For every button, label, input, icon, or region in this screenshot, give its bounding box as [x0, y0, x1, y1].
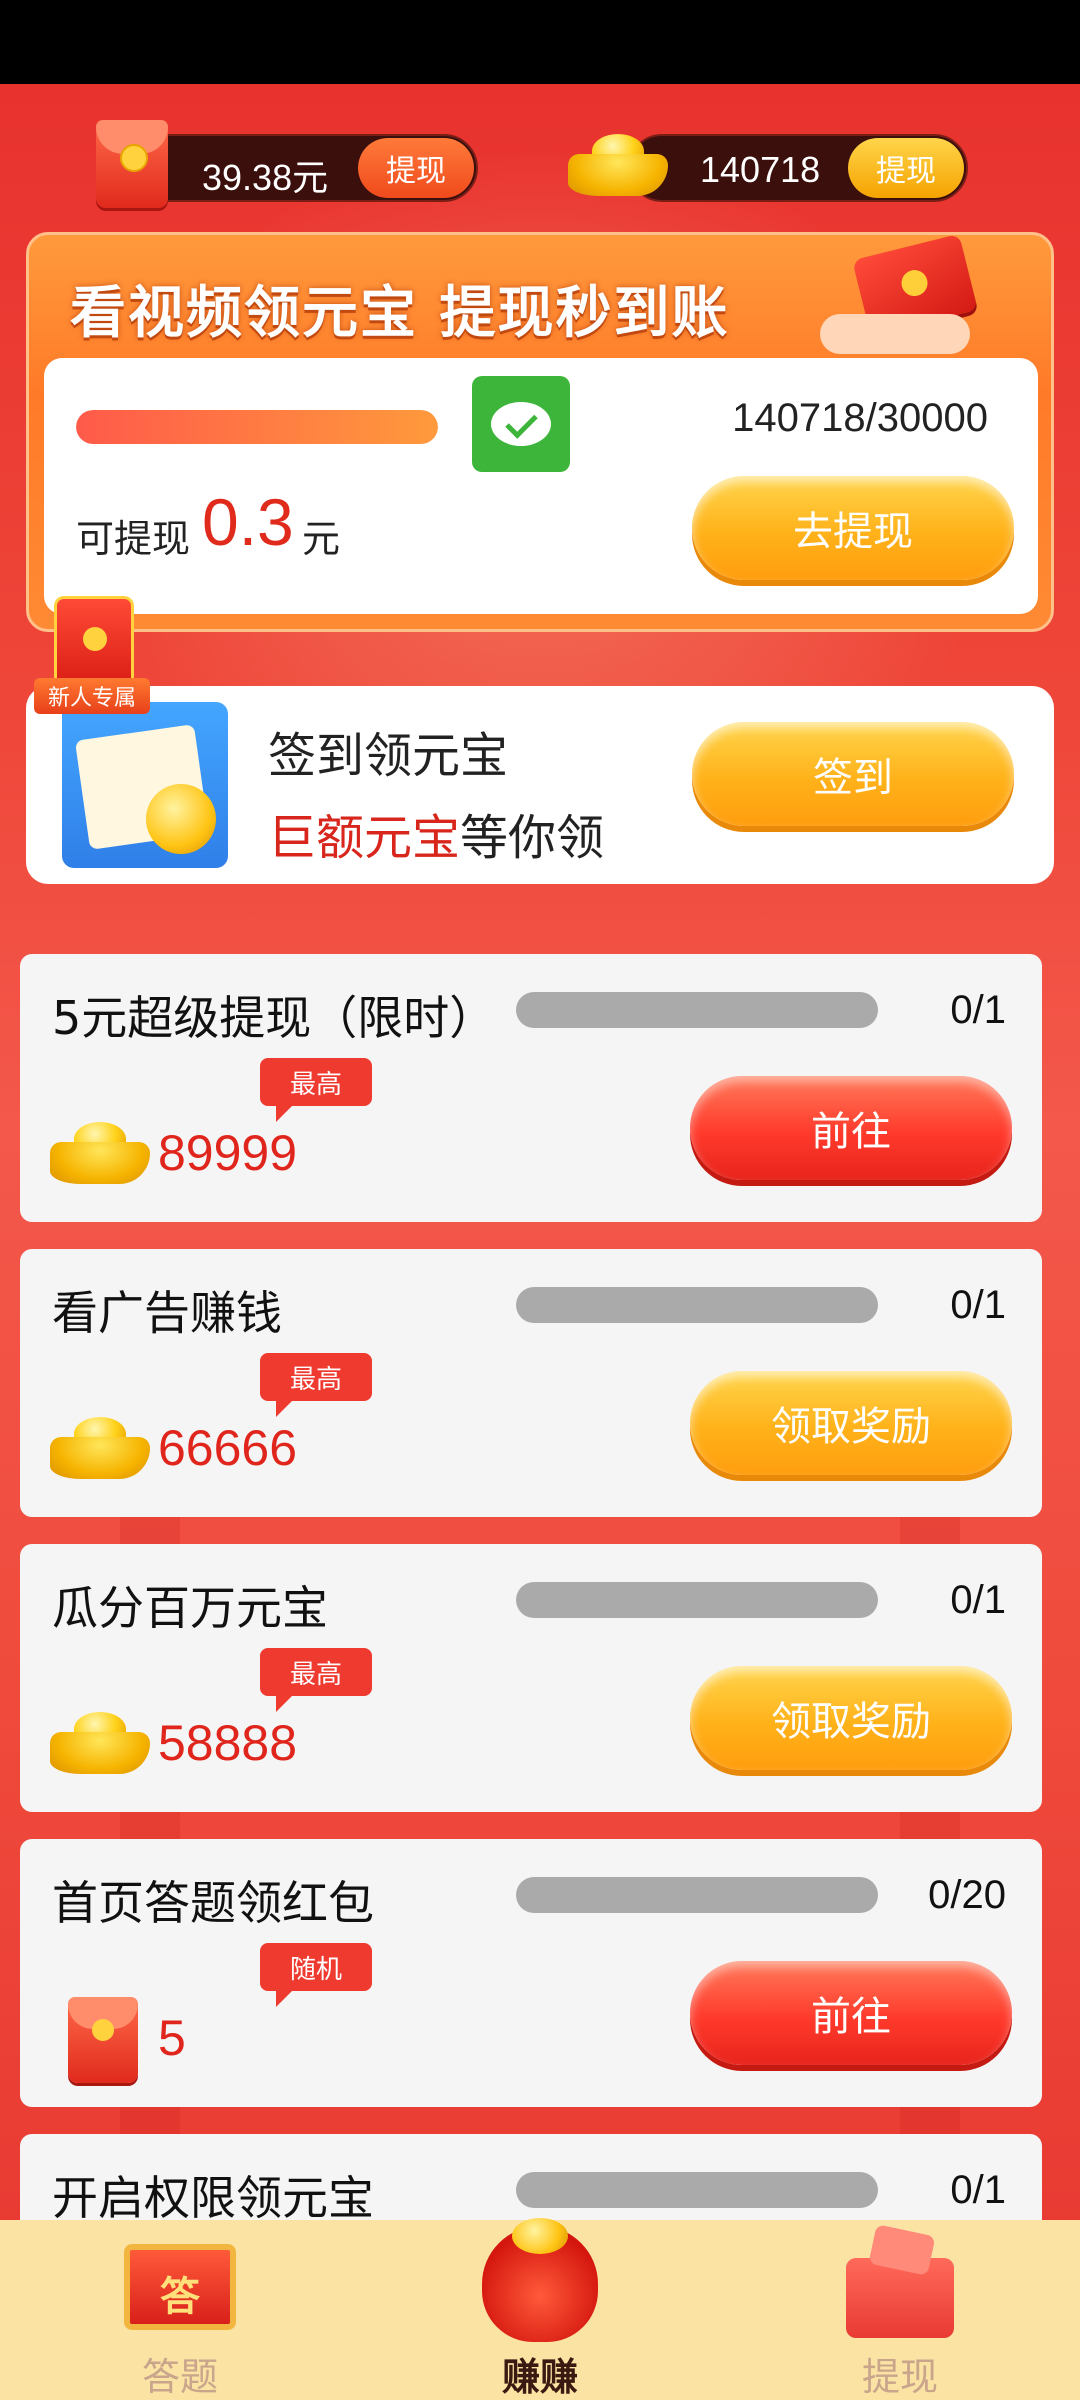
red-packet-icon [68, 1997, 138, 2083]
withdraw-amount: 0.3 [202, 485, 294, 559]
tab-earn-label: 赚赚 [501, 2355, 578, 2399]
ingot-icon [50, 1122, 150, 1184]
withdraw-label: 可提现 [76, 517, 191, 561]
answer-scroll-icon: 答 [114, 2234, 246, 2338]
task-progress-bar [516, 1287, 878, 1323]
red-envelope-hand-icon [800, 233, 1000, 356]
tab-earn[interactable]: 赚赚 [360, 2218, 720, 2400]
task-progress-bar [516, 992, 878, 1028]
task-tag: 最高 [260, 1353, 372, 1417]
task-card: 瓜分百万元宝 0/1 最高 58888 领取奖励 [20, 1544, 1042, 1812]
coin-balance-amount: 140718 [700, 149, 821, 190]
cash-withdraw-button[interactable]: 提现 [358, 138, 474, 198]
gift-box-icon [836, 2224, 964, 2342]
lucky-bag-icon [482, 2218, 598, 2342]
signin-subtitle-highlight: 巨额元宝 [268, 810, 461, 866]
task-tag: 最高 [260, 1058, 372, 1122]
task-count: 0/1 [950, 1578, 1006, 1622]
coin-balance-pill: 140718 提现 [628, 134, 968, 202]
claim-reward-button[interactable]: 领取奖励 [690, 1666, 1012, 1770]
task-count: 0/1 [950, 988, 1006, 1032]
task-card: 看广告赚钱 0/1 最高 66666 领取奖励 [20, 1249, 1042, 1517]
withdraw-progress-text: 140718/30000 [732, 396, 988, 440]
wechat-icon [472, 376, 570, 472]
newbie-badge: 新人专属 [34, 596, 150, 716]
tab-answer-label: 答题 [141, 2355, 218, 2399]
banner-title: 看视频领元宝 提现秒到账 [70, 281, 730, 346]
task-title: 瓜分百万元宝 [52, 1581, 328, 1635]
red-packet-icon [96, 120, 168, 208]
task-count: 0/1 [950, 2168, 1006, 2212]
task-go-button[interactable]: 前往 [690, 1961, 1012, 2065]
coin-withdraw-button[interactable]: 提现 [848, 138, 964, 198]
task-reward: 66666 [158, 1420, 298, 1476]
task-card: 首页答题领红包 0/20 随机 5 前往 [20, 1839, 1042, 2107]
tab-withdraw[interactable]: 提现 [720, 2220, 1080, 2400]
task-progress-bar [516, 1582, 878, 1618]
ingot-icon [50, 1712, 150, 1774]
task-title: 首页答题领红包 [52, 1876, 374, 1930]
claim-reward-button[interactable]: 领取奖励 [690, 1371, 1012, 1475]
signin-subtitle: 巨额元宝等你领 [268, 798, 604, 868]
app-page: 39.38元 提现 140718 提现 看视频领元宝 提现秒到账 140718/… [0, 0, 1080, 2400]
task-reward: 5 [158, 2010, 186, 2066]
task-progress-bar [516, 1877, 878, 1913]
task-reward: 58888 [158, 1715, 298, 1771]
calendar-coins-icon [62, 702, 228, 868]
signin-button[interactable]: 签到 [692, 722, 1014, 826]
signin-title: 签到领元宝 [268, 728, 509, 784]
task-go-button[interactable]: 前往 [690, 1076, 1012, 1180]
task-card: 5元超级提现（限时） 0/1 最高 89999 前往 [20, 954, 1042, 1222]
withdraw-progress-fill [76, 410, 438, 444]
newbie-badge-label: 新人专属 [34, 678, 150, 714]
ingot-icon [50, 1417, 150, 1479]
task-reward: 89999 [158, 1125, 298, 1181]
task-tag: 最高 [260, 1648, 372, 1712]
tab-withdraw-label: 提现 [861, 2355, 938, 2399]
withdraw-progress-bar [76, 410, 438, 444]
go-withdraw-button[interactable]: 去提现 [692, 476, 1014, 580]
status-bar [0, 0, 1080, 84]
cash-balance-amount: 39.38元 [202, 157, 329, 198]
signin-subtitle-rest: 等你领 [460, 810, 605, 866]
tab-answer[interactable]: 答 答题 [0, 2220, 360, 2400]
task-count: 0/20 [928, 1873, 1006, 1917]
answer-scroll-icon-text: 答 [160, 2274, 200, 2320]
task-title: 开启权限领元宝 [52, 2171, 374, 2225]
task-tag: 随机 [260, 1943, 372, 2007]
task-title: 看广告赚钱 [52, 1286, 282, 1340]
ingot-icon [568, 134, 668, 196]
task-title: 5元超级提现（限时） [52, 991, 496, 1045]
task-count: 0/1 [950, 1283, 1006, 1327]
task-progress-bar [516, 2172, 878, 2208]
withdraw-unit: 元 [302, 517, 341, 561]
